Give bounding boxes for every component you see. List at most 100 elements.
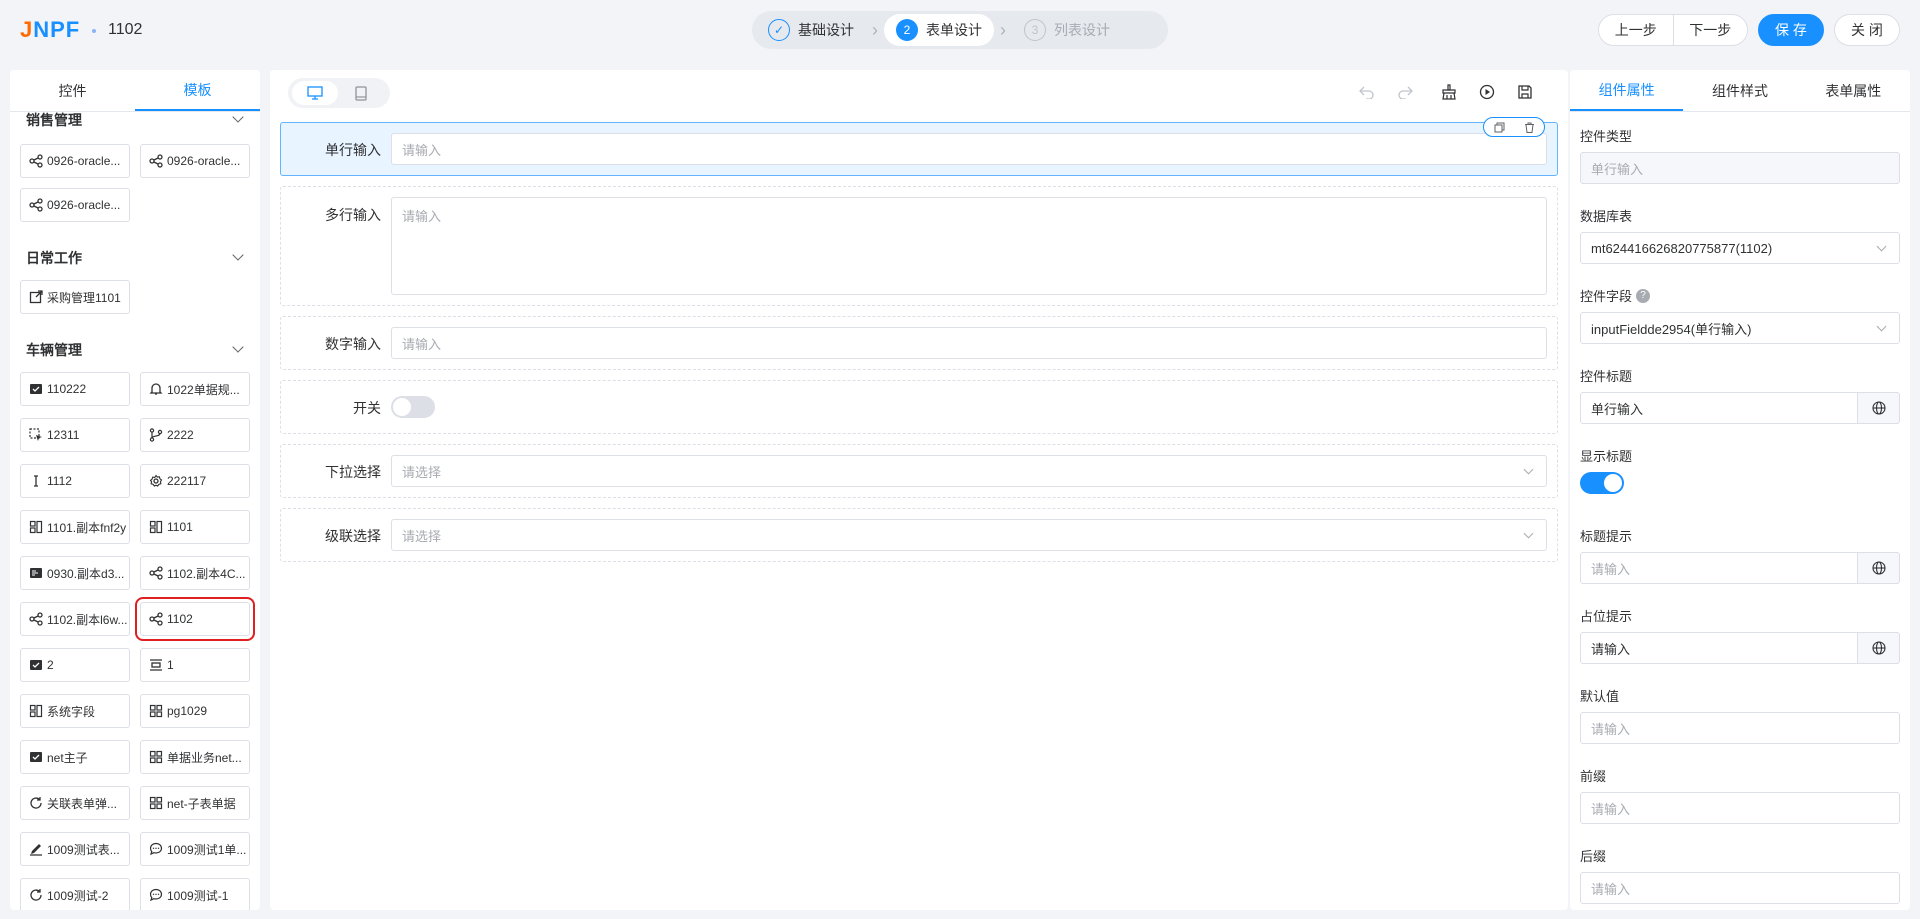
template-item[interactable]: 1009测试1单... <box>140 832 250 866</box>
template-item[interactable]: 系统字段 <box>20 694 130 728</box>
tab-form-props[interactable]: 表单属性 <box>1797 70 1910 111</box>
template-item[interactable]: net-子表单据 <box>140 786 250 820</box>
template-item[interactable]: 1009测试表... <box>20 832 130 866</box>
steps: ✓ 基础设计 › 2 表单设计 › 3 列表设计 <box>752 11 1168 49</box>
next-button[interactable]: 下一步 <box>1674 15 1748 45</box>
template-item-label: 关联表单弹... <box>47 796 118 811</box>
field-input-preview: 请输入 <box>391 327 1547 359</box>
step-number: 2 <box>896 19 918 41</box>
suffix-input[interactable]: 请输入 <box>1580 872 1900 904</box>
template-item[interactable]: 0926-oracle... <box>20 188 130 222</box>
template-item-label: 2222 <box>167 428 194 442</box>
template-item-label: 1102.副本l6w... <box>47 612 128 627</box>
control-title-input[interactable]: 单行输入 <box>1580 392 1858 424</box>
undo-icon[interactable] <box>1356 81 1378 103</box>
field-label: 数字输入 <box>325 336 381 352</box>
form-field-multi-line[interactable]: 多行输入 请输入 <box>280 186 1558 306</box>
template-item-highlighted[interactable]: 1102 <box>135 597 255 641</box>
step-list-design[interactable]: 3 列表设计 <box>1012 14 1122 46</box>
pen-icon <box>29 842 43 856</box>
template-item[interactable]: 1009测试-2 <box>20 878 130 910</box>
template-item-label: 12311 <box>47 428 80 442</box>
group-title-sales: 销售管理 <box>26 112 82 128</box>
prefix-input[interactable]: 请输入 <box>1580 792 1900 824</box>
group-title-vehicle: 车辆管理 <box>26 342 82 358</box>
monitor-icon <box>307 86 323 100</box>
chevron-down-icon <box>1523 464 1534 475</box>
control-field-select[interactable]: inputFieldde2954(单行输入) <box>1580 312 1900 344</box>
chevron-down-icon[interactable] <box>232 111 244 123</box>
template-item[interactable]: 单据业务net... <box>140 740 250 774</box>
grid-four-icon <box>149 796 163 810</box>
template-item[interactable]: 1 <box>140 648 250 682</box>
step-form-design[interactable]: 2 表单设计 <box>884 14 994 46</box>
template-item[interactable]: 关联表单弹... <box>20 786 130 820</box>
archive-icon <box>29 658 43 672</box>
i18n-button[interactable] <box>1858 392 1900 424</box>
step-label: 列表设计 <box>1054 22 1110 38</box>
tab-templates[interactable]: 模板 <box>135 70 260 111</box>
select-value: mt624416626820775877(1102) <box>1591 240 1773 256</box>
help-icon[interactable]: ? <box>1636 288 1651 303</box>
save-button[interactable]: 保 存 <box>1758 14 1824 46</box>
template-item[interactable]: 采购管理1101 <box>20 280 130 314</box>
template-item[interactable]: 1009测试-1 <box>140 878 250 910</box>
save-disk-icon[interactable] <box>1514 81 1536 103</box>
tab-component-props[interactable]: 组件属性 <box>1570 70 1684 111</box>
template-item[interactable]: 1022单据规... <box>140 372 250 406</box>
template-item[interactable]: 2 <box>20 648 130 682</box>
template-item[interactable]: net主子 <box>20 740 130 774</box>
template-item[interactable]: 222117 <box>140 464 250 498</box>
archive-icon <box>29 750 43 764</box>
show-title-switch[interactable] <box>1580 472 1624 494</box>
template-item[interactable]: 0926-oracle... <box>140 144 250 178</box>
step-basic-design[interactable]: ✓ 基础设计 <box>756 14 866 46</box>
template-item[interactable]: 1102.副本4C... <box>140 556 250 590</box>
prev-button[interactable]: 上一步 <box>1599 15 1674 45</box>
template-item[interactable]: 1112 <box>20 464 130 498</box>
template-item[interactable]: 110222 <box>20 372 130 406</box>
form-field-single-line[interactable]: 单行输入 请输入 <box>280 117 1558 176</box>
delete-icon[interactable] <box>1524 122 1535 133</box>
field-actions <box>1483 117 1545 137</box>
close-button[interactable]: 关 闭 <box>1834 14 1900 46</box>
mobile-view-button[interactable] <box>338 81 384 105</box>
desktop-view-button[interactable] <box>292 81 338 105</box>
chevron-down-icon <box>1523 528 1534 539</box>
field-select-preview: 请选择 <box>391 519 1547 551</box>
header: JNPF 1102 ✓ 基础设计 › 2 表单设计 › 3 列表设计 上一步 下… <box>0 0 1920 60</box>
preview-play-icon[interactable] <box>1476 81 1498 103</box>
form-canvas: 单行输入 请输入 多行输入 请输入 数字输入 请输入 开关 下拉选择 请选择 级… <box>270 70 1568 910</box>
template-item[interactable]: 1102.副本l6w... <box>20 602 130 636</box>
tab-component-style[interactable]: 组件样式 <box>1683 70 1796 111</box>
form-field-number[interactable]: 数字输入 请输入 <box>280 316 1558 370</box>
redo-icon[interactable] <box>1394 81 1416 103</box>
template-item-label: 222117 <box>167 474 207 488</box>
form-field-select[interactable]: 下拉选择 请选择 <box>280 444 1558 498</box>
chevron-down-icon[interactable] <box>232 249 244 261</box>
template-item[interactable]: pg1029 <box>140 694 250 728</box>
default-value-input[interactable]: 请输入 <box>1580 712 1900 744</box>
template-item[interactable]: 0930.副本d3... <box>20 556 130 590</box>
i18n-button[interactable] <box>1858 552 1900 584</box>
i18n-button[interactable] <box>1858 632 1900 664</box>
prop-label-field: 控件字段 ? <box>1580 286 1651 305</box>
align-center-icon <box>149 658 163 672</box>
field-label: 开关 <box>353 400 381 416</box>
template-item[interactable]: 12311 <box>20 418 130 452</box>
template-item[interactable]: 0926-oracle... <box>20 144 130 178</box>
form-field-switch[interactable]: 开关 <box>280 380 1558 434</box>
database-table-select[interactable]: mt624416626820775877(1102) <box>1580 232 1900 264</box>
copy-icon[interactable] <box>1494 122 1505 133</box>
layout-grid-icon <box>149 520 163 534</box>
template-item[interactable]: 1101.副本fnf2y <box>20 510 130 544</box>
title-tip-input[interactable]: 请输入 <box>1580 552 1858 584</box>
template-item[interactable]: 2222 <box>140 418 250 452</box>
placeholder-input[interactable]: 请输入 <box>1580 632 1858 664</box>
template-item[interactable]: 1101 <box>140 510 250 544</box>
form-field-cascader[interactable]: 级联选择 请选择 <box>280 508 1558 562</box>
clear-broom-icon[interactable] <box>1438 81 1460 103</box>
chevron-down-icon[interactable] <box>232 341 244 353</box>
chevron-down-icon <box>1876 321 1887 332</box>
tab-controls[interactable]: 控件 <box>10 70 135 111</box>
